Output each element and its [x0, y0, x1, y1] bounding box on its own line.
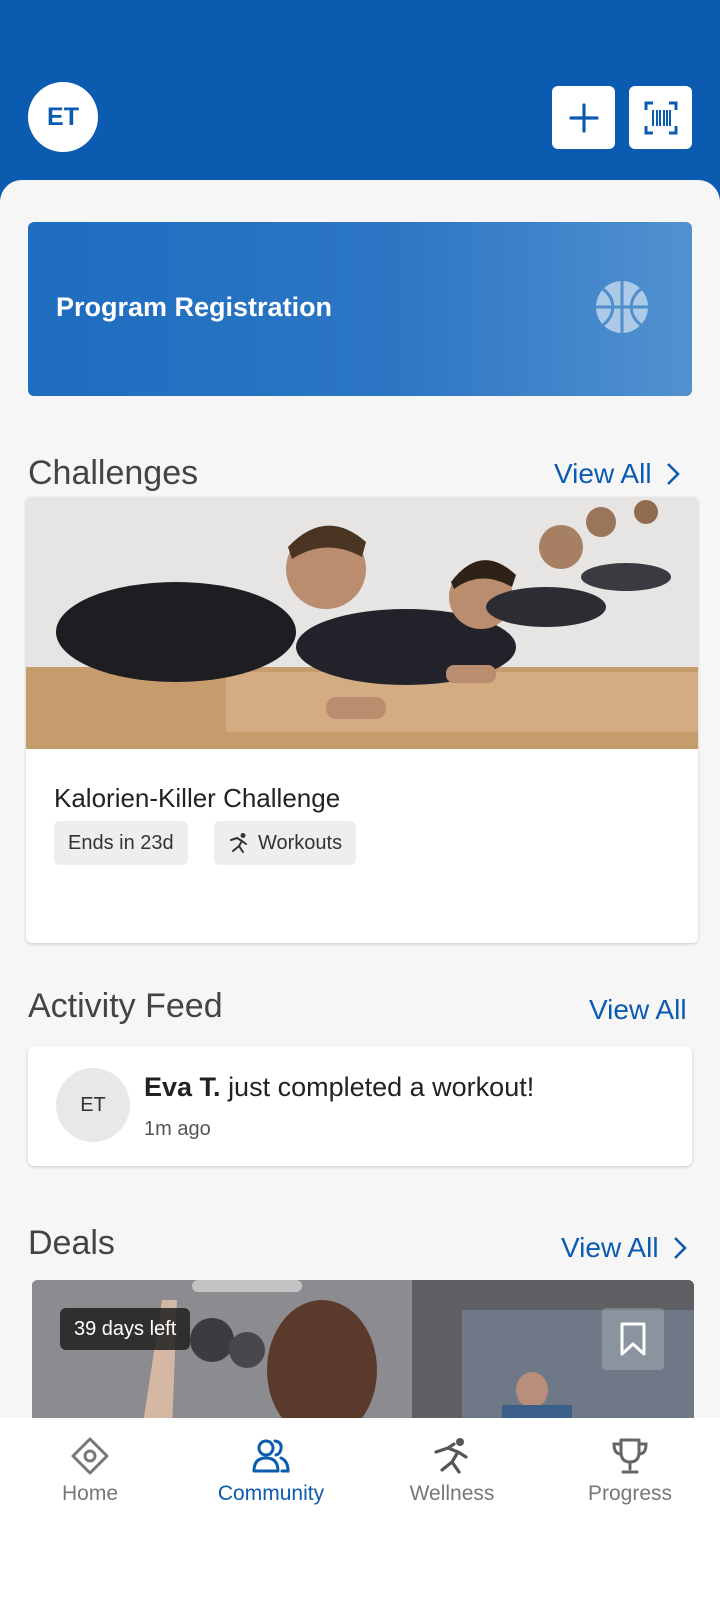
trophy-icon: [612, 1438, 648, 1474]
challenge-image: [26, 497, 698, 749]
running-icon: [230, 833, 247, 853]
app-header: ET: [0, 0, 720, 200]
feed-user-name: Eva T.: [144, 1072, 221, 1102]
nav-wellness[interactable]: Wellness: [362, 1436, 542, 1506]
view-all-label: View All: [561, 1232, 659, 1263]
feed-avatar: ET: [56, 1068, 130, 1142]
deals-title: Deals: [28, 1224, 115, 1262]
nav-label: Community: [217, 1482, 325, 1505]
home-icon: [71, 1437, 109, 1475]
basketball-icon: [596, 281, 648, 333]
activity-item[interactable]: ET Eva T. just completed a workout! 1m a…: [28, 1046, 692, 1166]
plus-icon: [568, 102, 599, 133]
challenges-view-all[interactable]: View All: [554, 458, 680, 490]
bookmark-icon: [620, 1322, 646, 1356]
ends-label: Ends in 23d: [68, 831, 174, 854]
program-registration-banner[interactable]: Program Registration: [28, 222, 692, 396]
nav-home[interactable]: Home: [0, 1436, 180, 1506]
bottom-nav: Home Community Wellness Progress: [0, 1418, 720, 1600]
feed-time: 1m ago: [144, 1118, 211, 1140]
view-all-label: View All: [589, 994, 687, 1025]
challenge-type-tag: Workouts: [214, 821, 357, 865]
add-button[interactable]: [552, 86, 615, 149]
wellness-icon: [434, 1438, 468, 1474]
user-avatar[interactable]: ET: [28, 82, 98, 152]
deal-card-image[interactable]: 39 days left: [32, 1280, 694, 1430]
feed-action: just completed a workout!: [228, 1072, 535, 1102]
community-icon: [252, 1439, 290, 1473]
days-left-badge: 39 days left: [60, 1308, 191, 1350]
deals-view-all[interactable]: View All: [561, 1232, 687, 1264]
challenge-card[interactable]: Kalorien-Killer Challenge Ends in 23d Wo…: [26, 497, 698, 943]
chevron-right-icon: [673, 1237, 687, 1259]
nav-label: Home: [61, 1482, 119, 1505]
nav-label: Wellness: [409, 1482, 495, 1505]
challenge-ends-tag: Ends in 23d: [54, 821, 188, 865]
challenges-title: Challenges: [28, 454, 199, 492]
feed-text: Eva T. just completed a workout!: [144, 1072, 534, 1103]
chevron-right-icon: [666, 463, 680, 485]
barcode-scan-icon: [644, 101, 677, 134]
view-all-label: View All: [554, 458, 652, 489]
scan-button[interactable]: [629, 86, 692, 149]
workouts-label: Workouts: [258, 831, 343, 854]
nav-progress[interactable]: Progress: [540, 1436, 720, 1506]
activity-view-all[interactable]: View All: [589, 994, 687, 1026]
nav-label: Progress: [587, 1482, 673, 1505]
challenge-title: Kalorien-Killer Challenge: [54, 783, 341, 813]
banner-title: Program Registration: [56, 292, 333, 322]
nav-community[interactable]: Community: [181, 1436, 361, 1506]
activity-feed-title: Activity Feed: [28, 987, 223, 1025]
bookmark-button[interactable]: [602, 1308, 664, 1370]
